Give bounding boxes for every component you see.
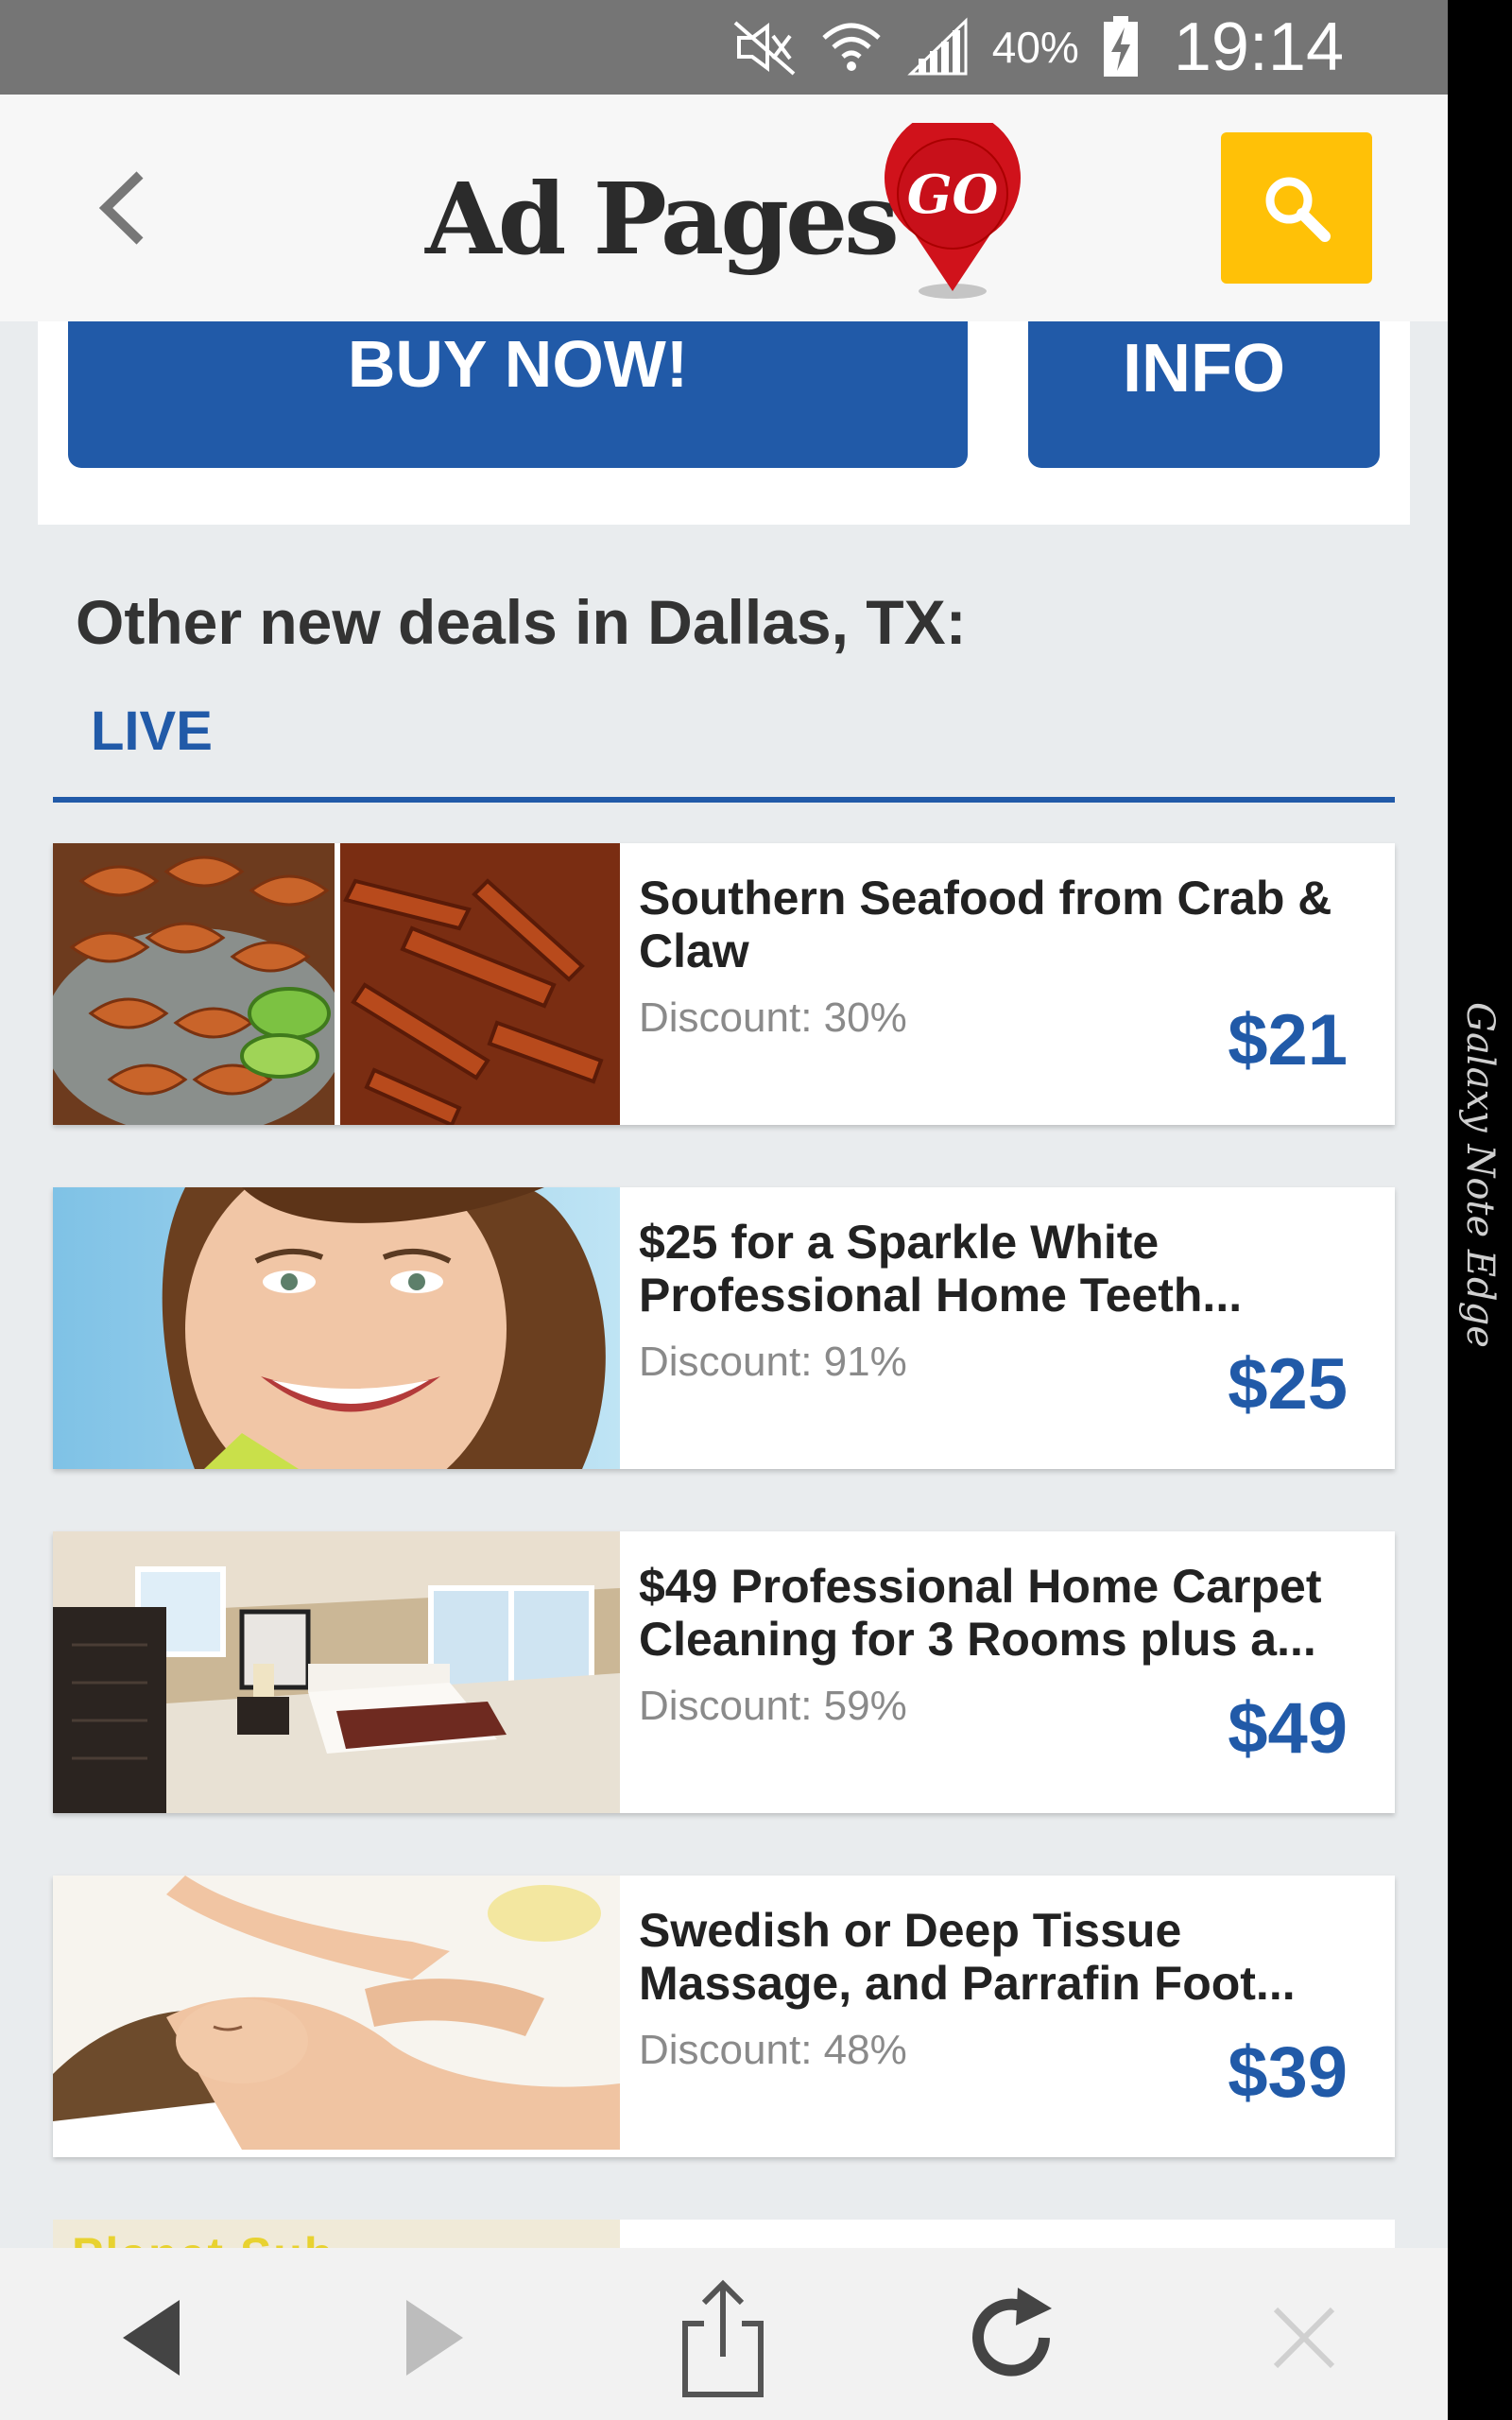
deal-title: Swedish or Deep Tissue Massage, and Parr…: [639, 1904, 1296, 2010]
phone-screen: 40% 19:14 Ad Pages GO BUY NOW! INFO Othe…: [0, 0, 1448, 2420]
close-icon: [1273, 2307, 1335, 2369]
search-button[interactable]: [1221, 132, 1372, 284]
deal-image-bedroom: [53, 1531, 620, 1813]
deal-card[interactable]: $25 for a Sparkle White Professional Hom…: [53, 1187, 1395, 1469]
buy-now-button[interactable]: BUY NOW!: [68, 321, 968, 468]
browser-bottom-bar: [0, 2248, 1448, 2420]
deal-title: $49 Professional Home Carpet Cleaning fo…: [639, 1560, 1322, 1666]
battery-percent: 40%: [991, 23, 1079, 72]
buy-now-label: BUY NOW!: [347, 327, 689, 401]
tab-underline: [53, 797, 1395, 803]
info-button[interactable]: INFO: [1028, 321, 1380, 468]
deal-title: Southern Seafood from Crab & Claw: [639, 872, 1332, 977]
device-label: Galaxy Note Edge: [1458, 1002, 1502, 1348]
deal-price: $39: [1228, 2032, 1348, 2113]
status-clock: 19:14: [1173, 9, 1344, 85]
deal-price: $21: [1228, 1000, 1348, 1080]
deal-discount: Discount: 91%: [639, 1339, 907, 1385]
search-icon: [1265, 177, 1331, 242]
deal-card[interactable]: $49 Professional Home Carpet Cleaning fo…: [53, 1531, 1395, 1813]
deal-title: $25 for a Sparkle White Professional Hom…: [639, 1216, 1243, 1322]
signal-icon: [907, 17, 968, 76]
deal-card[interactable]: Southern Seafood from Crab & Claw Discou…: [53, 843, 1395, 1125]
deal-image-smiling-woman: [53, 1187, 620, 1469]
back-button[interactable]: [76, 161, 170, 255]
deal-price: $49: [1228, 1688, 1348, 1769]
browser-reload-button[interactable]: [950, 2276, 1073, 2399]
info-label: INFO: [1123, 331, 1285, 406]
deal-image-seafood: [53, 843, 620, 1125]
deal-price: $25: [1228, 1344, 1348, 1425]
mute-icon: [733, 21, 796, 76]
reload-icon: [972, 2288, 1052, 2377]
tab-live[interactable]: LIVE: [91, 700, 213, 763]
logo-badge: GO: [907, 164, 999, 226]
location-pin-logo-icon: GO: [885, 123, 1021, 299]
battery-charging-icon: [1103, 16, 1138, 77]
app-header: Ad Pages GO: [0, 95, 1448, 321]
wifi-icon: [822, 23, 881, 71]
browser-forward-button[interactable]: [373, 2276, 496, 2399]
deal-discount: Discount: 48%: [639, 2027, 907, 2073]
deal-discount: Discount: 59%: [639, 1683, 907, 1729]
status-bar: 40% 19:14: [0, 0, 1448, 95]
ad-pages-go-logo[interactable]: Ad Pages GO: [425, 123, 1030, 312]
browser-close-button[interactable]: [1243, 2276, 1366, 2399]
deal-discount: Discount: 30%: [639, 994, 907, 1041]
browser-share-button[interactable]: [662, 2276, 784, 2399]
deal-card[interactable]: Swedish or Deep Tissue Massage, and Parr…: [53, 1876, 1395, 2157]
logo-text: Ad Pages: [425, 161, 900, 277]
chevron-left-icon: [98, 171, 144, 245]
deal-image-massage: [53, 1876, 620, 2157]
share-icon: [682, 2279, 764, 2397]
section-title: Other new deals in Dallas, TX:: [76, 587, 967, 657]
browser-back-button[interactable]: [90, 2276, 213, 2399]
forward-arrow-icon: [406, 2300, 463, 2376]
back-arrow-icon: [123, 2300, 180, 2376]
